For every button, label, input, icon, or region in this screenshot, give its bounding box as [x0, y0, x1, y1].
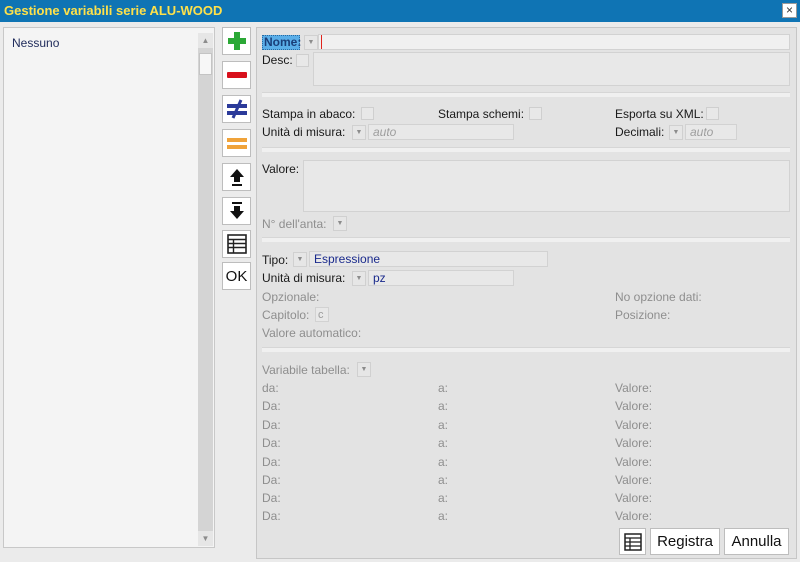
desc-input[interactable] — [313, 52, 790, 86]
n-anta-dropdown-icon[interactable]: ▼ — [333, 216, 347, 231]
capitolo-label: Capitolo: — [262, 308, 310, 322]
not-equal-button[interactable] — [222, 95, 251, 123]
table-row-value: Valore: — [615, 455, 653, 469]
scroll-down-icon[interactable]: ▼ — [198, 531, 213, 546]
unita-misura-dropdown-icon[interactable]: ▼ — [352, 125, 366, 140]
table-row-from: Da: — [262, 455, 281, 469]
capitolo-input[interactable]: c — [315, 307, 329, 322]
table-row-from: Da: — [262, 418, 281, 432]
list-item[interactable]: Nessuno — [12, 36, 59, 50]
remove-button[interactable] — [222, 61, 251, 89]
arrow-down-icon — [229, 202, 244, 219]
valore-label: Valore: — [262, 162, 300, 176]
text-caret — [321, 35, 322, 49]
nome-dropdown-icon[interactable]: ▼ — [304, 35, 318, 50]
divider — [262, 92, 790, 97]
table-icon — [623, 532, 642, 551]
table-row-to: a: — [438, 399, 449, 413]
equal-icon — [226, 138, 247, 149]
table-row-value: Valore: — [615, 436, 653, 450]
nome-input[interactable] — [318, 34, 790, 50]
arrow-up-icon — [229, 169, 244, 186]
tipo-dropdown-icon[interactable]: ▼ — [293, 252, 307, 267]
valore-auto-label: Valore automatico: — [262, 326, 362, 340]
close-icon[interactable]: × — [782, 3, 797, 18]
divider — [262, 237, 790, 242]
list-scrollbar[interactable]: ▲ ▼ — [198, 33, 213, 546]
table-row-from: Da: — [262, 399, 281, 413]
scroll-up-icon[interactable]: ▲ — [198, 33, 213, 48]
decimali-dropdown-icon[interactable]: ▼ — [669, 125, 683, 140]
add-button[interactable] — [222, 27, 251, 55]
posizione-label: Posizione: — [615, 308, 671, 322]
tipo-input[interactable]: Espressione — [309, 251, 548, 267]
table-row-value: Valore: — [615, 418, 653, 432]
stampa-schemi-label: Stampa schemi: — [438, 107, 525, 121]
table-row-to: a: — [438, 509, 449, 523]
minus-icon — [226, 72, 247, 78]
equal-button[interactable] — [222, 129, 251, 157]
unita-misura2-label: Unità di misura: — [262, 271, 346, 285]
n-anta-label: N° dell'anta: — [262, 217, 327, 231]
stampa-abaco-label: Stampa in abaco: — [262, 107, 356, 121]
desc-label: Desc: — [262, 53, 293, 67]
annulla-button[interactable]: Annulla — [724, 528, 789, 555]
table-row-value: Valore: — [615, 509, 653, 523]
scroll-thumb[interactable] — [199, 53, 212, 75]
move-down-button[interactable] — [222, 197, 251, 225]
esporta-xml-label: Esporta su XML: — [615, 107, 704, 121]
unita-misura-label: Unità di misura: — [262, 125, 346, 139]
table-row-to: a: — [438, 418, 449, 432]
table-row-to: a: — [438, 436, 449, 450]
ok-button[interactable]: OK — [222, 262, 251, 290]
table-row-value: Valore: — [615, 381, 653, 395]
esporta-xml-checkbox[interactable] — [706, 107, 719, 120]
unita-misura2-input[interactable]: pz — [368, 270, 514, 286]
table-row-from: Da: — [262, 491, 281, 505]
table-row-from: Da: — [262, 509, 281, 523]
opzionale-label: Opzionale: — [262, 290, 320, 304]
divider — [262, 147, 790, 152]
table-row-value: Valore: — [615, 473, 653, 487]
table-button[interactable] — [222, 230, 251, 258]
table-row-from: da: — [262, 381, 279, 395]
plus-icon — [227, 32, 246, 50]
table-row-to: a: — [438, 491, 449, 505]
stampa-abaco-checkbox[interactable] — [361, 107, 374, 120]
variabile-tabella-label: Variabile tabella: — [262, 363, 350, 377]
registra-button[interactable]: Registra — [650, 528, 720, 555]
table-view-button[interactable] — [619, 528, 646, 555]
table-row-from: Da: — [262, 436, 281, 450]
move-up-button[interactable] — [222, 163, 251, 191]
table-row-to: a: — [438, 473, 449, 487]
variable-list[interactable]: Nessuno ▲ ▼ — [3, 27, 215, 548]
table-row-from: Da: — [262, 473, 281, 487]
valore-input[interactable] — [303, 160, 790, 212]
nome-label: Nome: — [262, 35, 302, 50]
tipo-label: Tipo: — [262, 253, 289, 267]
table-row-value: Valore: — [615, 399, 653, 413]
no-opzione-label: No opzione dati: — [615, 290, 702, 304]
unita-misura2-dropdown-icon[interactable]: ▼ — [352, 271, 366, 286]
table-icon — [226, 234, 247, 254]
window-title: Gestione variabili serie ALU-WOOD — [4, 3, 223, 18]
unita-misura-input[interactable]: auto — [368, 124, 514, 140]
title-bar: Gestione variabili serie ALU-WOOD × — [0, 0, 800, 22]
divider — [262, 347, 790, 352]
variabile-tabella-dropdown-icon[interactable]: ▼ — [357, 362, 371, 377]
table-row-to: a: — [438, 381, 449, 395]
table-row-value: Valore: — [615, 491, 653, 505]
not-equal-icon — [226, 99, 247, 119]
decimali-input[interactable]: auto — [685, 124, 737, 140]
desc-checkbox[interactable] — [296, 54, 309, 67]
decimali-label: Decimali: — [615, 125, 665, 139]
stampa-schemi-checkbox[interactable] — [529, 107, 542, 120]
table-row-to: a: — [438, 455, 449, 469]
